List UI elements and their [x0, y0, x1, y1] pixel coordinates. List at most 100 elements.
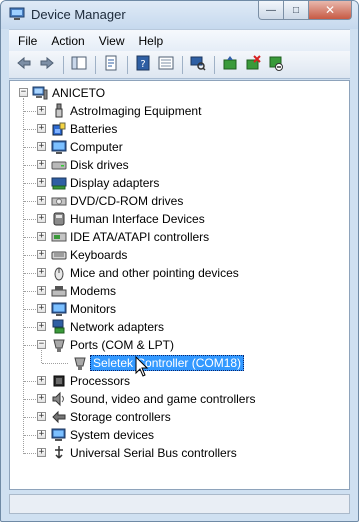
tree-category-label[interactable]: Monitors [70, 302, 116, 316]
tree-category-label[interactable]: Network adapters [70, 320, 164, 334]
speaker-icon [51, 391, 67, 407]
toolbar: ? [9, 51, 350, 79]
display-adapter-icon [51, 175, 67, 191]
device-manager-window: Device Manager — □ ✕ File Action View He… [0, 0, 359, 522]
tree-guide-line [24, 435, 38, 436]
expand-toggle[interactable]: + [37, 160, 46, 169]
view-button[interactable] [155, 55, 177, 75]
tree-guide-line [24, 201, 38, 202]
tree-device-label[interactable]: Seletek Controller (COM18) [90, 355, 245, 371]
processor-icon [51, 373, 67, 389]
help-icon: ? [135, 55, 151, 74]
menu-file[interactable]: File [11, 34, 44, 48]
tree-guide-line [24, 327, 38, 328]
tree-category-label[interactable]: Computer [70, 140, 123, 154]
forward-button[interactable] [36, 55, 58, 75]
mouse-pointer-icon [135, 356, 149, 377]
mouse-icon [51, 265, 67, 281]
menu-bar: File Action View Help [9, 29, 350, 51]
maximize-icon: □ [292, 4, 300, 16]
disable-button[interactable] [265, 55, 287, 75]
tree-guide-line [24, 273, 38, 274]
tree-guide-line [24, 183, 38, 184]
tree-category-label[interactable]: Ports (COM & LPT) [70, 338, 174, 352]
svg-text:?: ? [140, 59, 145, 70]
toolbar-separator [63, 55, 64, 74]
update-driver-button[interactable] [219, 55, 241, 75]
tree-category-label[interactable]: Display adapters [70, 176, 159, 190]
expand-toggle[interactable]: + [37, 214, 46, 223]
tree-guide-line [42, 363, 68, 364]
uninstall-icon [245, 55, 261, 74]
device-tree[interactable]: − ANICETO + AstroImaging Equipment + Batterie… [9, 80, 350, 490]
back-button[interactable] [13, 55, 35, 75]
storage-controller-icon [51, 409, 67, 425]
tree-category-label[interactable]: DVD/CD-ROM drives [70, 194, 183, 208]
tree-category-label[interactable]: Sound, video and game controllers [70, 392, 255, 406]
expand-toggle[interactable]: + [37, 304, 46, 313]
expand-toggle[interactable]: + [37, 448, 46, 457]
scan-hardware-button[interactable] [187, 55, 209, 75]
tree-category-label[interactable]: System devices [70, 428, 154, 442]
tree-guide-line [24, 381, 38, 382]
properties-button[interactable] [100, 55, 122, 75]
uninstall-button[interactable] [242, 55, 264, 75]
collapse-toggle[interactable]: − [37, 340, 46, 349]
expand-toggle[interactable]: + [37, 124, 46, 133]
port-icon [51, 337, 67, 353]
tree-root-label[interactable]: ANICETO [52, 86, 105, 100]
tree-category-label[interactable]: IDE ATA/ATAPI controllers [70, 230, 209, 244]
expand-toggle[interactable]: + [37, 394, 46, 403]
tree-category-label[interactable]: Disk drives [70, 158, 129, 172]
tree-category-label[interactable]: Batteries [70, 122, 117, 136]
maximize-button[interactable]: □ [283, 1, 309, 20]
minimize-button[interactable]: — [258, 1, 284, 20]
ide-controller-icon [51, 229, 67, 245]
collapse-toggle[interactable]: − [19, 88, 28, 97]
network-adapter-icon [51, 319, 67, 335]
expand-toggle[interactable]: + [37, 250, 46, 259]
tree-guide-line [24, 453, 38, 454]
scan-hardware-icon [190, 55, 206, 74]
tree-category-label[interactable]: Storage controllers [70, 410, 171, 424]
expand-toggle[interactable]: + [37, 178, 46, 187]
toolbar-separator [127, 55, 128, 74]
toolbar-separator [214, 55, 215, 74]
tree-category-label[interactable]: AstroImaging Equipment [70, 104, 201, 118]
tree-category-label[interactable]: Universal Serial Bus controllers [70, 446, 237, 460]
port-icon [72, 355, 88, 371]
tree-guide-line [24, 309, 38, 310]
tree-category-label[interactable]: Mice and other pointing devices [70, 266, 239, 280]
menu-help[interactable]: Help [132, 34, 171, 48]
tree-guide-line [24, 219, 38, 220]
usb-controller-icon [51, 445, 67, 461]
monitor-icon [51, 301, 67, 317]
tree-category-label[interactable]: Human Interface Devices [70, 212, 205, 226]
expand-toggle[interactable]: + [37, 142, 46, 151]
status-bar [9, 494, 350, 514]
expand-toggle[interactable]: + [37, 376, 46, 385]
expand-toggle[interactable]: + [37, 430, 46, 439]
expand-toggle[interactable]: + [37, 232, 46, 241]
tree-category-label[interactable]: Processors [70, 374, 130, 388]
close-button[interactable]: ✕ [308, 1, 352, 20]
update-driver-icon [222, 55, 238, 74]
tree-category-label[interactable]: Modems [70, 284, 116, 298]
show-hide-console-tree-button[interactable] [68, 55, 90, 75]
back-icon [16, 55, 32, 74]
expand-toggle[interactable]: + [37, 196, 46, 205]
help-button[interactable]: ? [132, 55, 154, 75]
expand-toggle[interactable]: + [37, 286, 46, 295]
tree-guide-line [24, 345, 38, 346]
menu-view[interactable]: View [92, 34, 132, 48]
expand-toggle[interactable]: + [37, 412, 46, 421]
expand-toggle[interactable]: + [37, 322, 46, 331]
monitor-icon [51, 139, 67, 155]
menu-action[interactable]: Action [44, 34, 91, 48]
title-bar[interactable]: Device Manager — □ ✕ [1, 1, 358, 29]
expand-toggle[interactable]: + [37, 268, 46, 277]
tree-category-label[interactable]: Keyboards [70, 248, 127, 262]
device-manager-icon [9, 7, 25, 20]
expand-toggle[interactable]: + [37, 106, 46, 115]
tree-guide-line [24, 129, 38, 130]
